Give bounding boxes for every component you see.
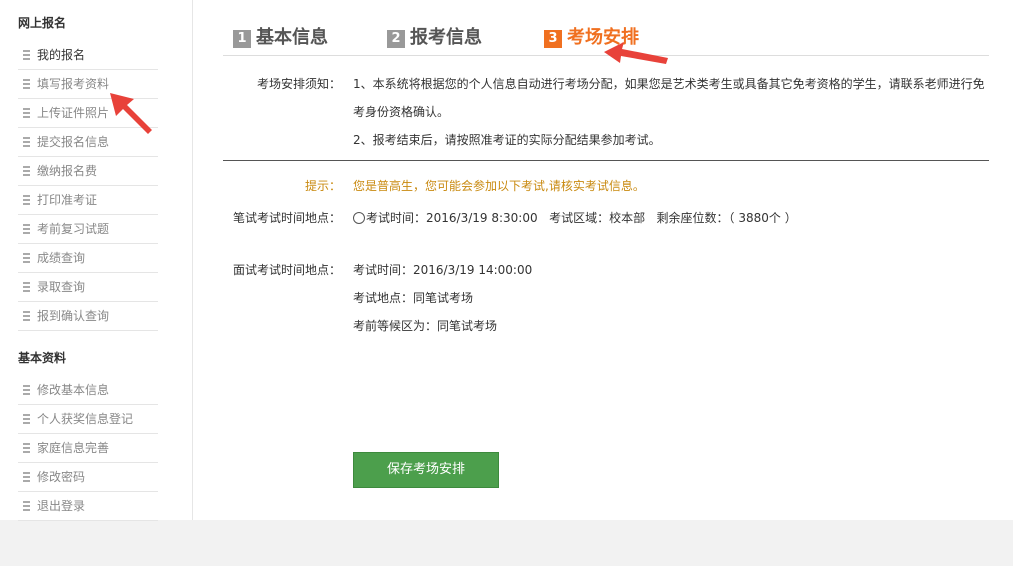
sidebar: 网上报名 我的报名 填写报考资料 上传证件照片 提交报名信息 缴纳报名费 打印准… [0,0,193,521]
written-exam-label: 笔试考试时间地点： [232,211,341,225]
interview-waiting-area: 考前等候区为：同笔试考场 [353,319,498,333]
sidebar-item-logout[interactable]: 退出登录 [18,492,158,521]
notice-line-2: 2、报考结束后，请按照准考证的实际分配结果参加考试。 [353,133,661,147]
sidebar-item-pay-fee[interactable]: 缴纳报名费 [18,157,158,186]
step-number: 1 [233,30,251,48]
tab-registration-info[interactable]: 2 报考信息 [387,23,482,49]
list-icon [18,443,30,453]
list-icon [18,79,30,89]
sidebar-item-review-questions[interactable]: 考前复习试题 [18,215,158,244]
sidebar-item-my-registration[interactable]: 我的报名 [18,41,158,70]
notice-label: 考场安排须知： [256,77,341,91]
sidebar-item-family-info[interactable]: 家庭信息完善 [18,434,158,463]
save-arrangement-button[interactable]: 保存考场安排 [353,452,499,488]
list-icon [18,385,30,395]
notice-line-1: 1、本系统将根据您的个人信息自动进行考场分配，如果您是艺术类考生或具备其它免考资… [353,77,985,91]
sidebar-item-awards[interactable]: 个人获奖信息登记 [18,405,158,434]
list-icon [18,108,30,118]
interview-label: 面试考试时间地点： [232,263,341,277]
remaining-seats: 剩余座位数：（ 3880个 ） [656,211,797,225]
tab-basic-info[interactable]: 1 基本信息 [233,23,328,49]
section-title-online-registration: 网上报名 [18,16,67,30]
sidebar-item-change-password[interactable]: 修改密码 [18,463,158,492]
sidebar-item-admission-query[interactable]: 录取查询 [18,273,158,302]
radio-button[interactable] [353,212,365,224]
sidebar-item-edit-basic-info[interactable]: 修改基本信息 [18,376,158,405]
hint-text: 您是普高生，您可能会参加以下考试,请核实考试信息。 [353,179,645,193]
list-icon [18,224,30,234]
written-exam-option[interactable]: 考试时间：2016/3/19 8:30:00 考试区域：校本部 剩余座位数：（ … [353,209,797,226]
written-exam-time: 考试时间：2016/3/19 8:30:00 [366,211,538,225]
list-icon [18,311,30,321]
list-icon [18,472,30,482]
step-number: 3 [544,30,562,48]
section-title-basic-info: 基本资料 [18,351,67,365]
notice-line-1-cont: 考身份资格确认。 [353,105,450,119]
step-number: 2 [387,30,405,48]
interview-place: 考试地点：同笔试考场 [353,291,474,305]
page: 网上报名 我的报名 填写报考资料 上传证件照片 提交报名信息 缴纳报名费 打印准… [0,0,1013,521]
sidebar-item-score-query[interactable]: 成绩查询 [18,244,158,273]
annotation-arrow-icon [110,93,152,134]
main-content: 1 基本信息 2 报考信息 3 考场安排 考场安排须知： 1、本系统将根据您的个人信息… [193,0,1013,520]
list-icon [18,195,30,205]
list-icon [18,414,30,424]
list-icon [18,137,30,147]
sidebar-item-print-ticket[interactable]: 打印准考证 [18,186,158,215]
list-icon [18,50,30,60]
list-icon [18,282,30,292]
divider [223,160,989,161]
hint-label: 提示： [304,179,341,193]
written-exam-area: 考试区域：校本部 [549,211,646,225]
interview-time: 考试时间：2016/3/19 14:00:00 [353,263,533,277]
list-icon [18,166,30,176]
list-icon [18,501,30,511]
sidebar-item-checkin-query[interactable]: 报到确认查询 [18,302,158,331]
annotation-arrow-icon [604,42,668,64]
list-icon [18,253,30,263]
